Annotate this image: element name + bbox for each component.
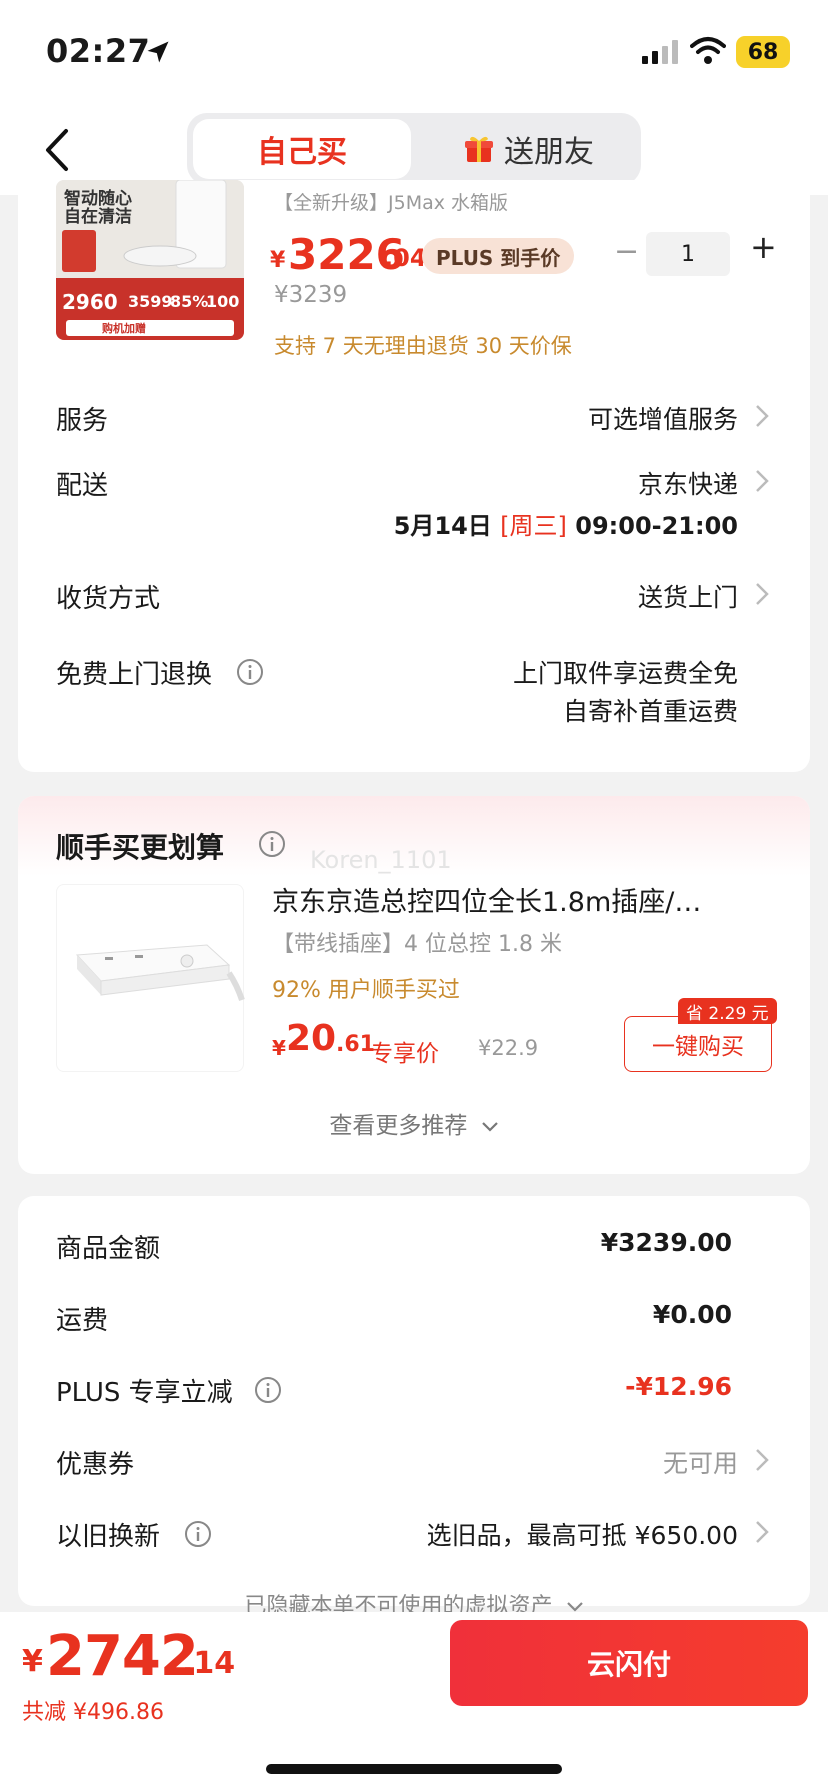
info-icon[interactable] xyxy=(254,1376,282,1404)
purchase-mode-switch: 自己买 送朋友 xyxy=(187,113,641,185)
plus-discount-value: -¥12.96 xyxy=(625,1372,732,1401)
goods-amount-value: ¥3239.00 xyxy=(600,1228,732,1257)
shipping-value: ¥0.00 xyxy=(652,1300,732,1329)
free-return-line1: 上门取件享运费全免 xyxy=(512,659,738,688)
price-decimal: .04 xyxy=(384,244,427,272)
free-return-label: 免费上门退换 xyxy=(56,660,213,690)
status-bar: 02:27 68 xyxy=(0,0,828,105)
quantity-input[interactable]: 1 xyxy=(646,232,730,276)
service-value[interactable]: 可选增值服务 xyxy=(588,400,738,436)
receive-method-value[interactable]: 送货上门 xyxy=(638,578,738,614)
delivery-time: 09:00-21:00 xyxy=(575,512,738,540)
total-savings: 共减 ¥496.86 xyxy=(22,1700,164,1725)
plus-discount-label: PLUS 专享立减 xyxy=(56,1378,233,1408)
order-product-card: 智动随心 自在清洁 2960 3599 85% 100 购机加赠 【全新升级】J… xyxy=(18,180,810,772)
upsell-original-price: ¥22.9 xyxy=(478,1036,539,1060)
tab-buy-self[interactable]: 自己买 xyxy=(193,119,411,179)
info-icon[interactable] xyxy=(184,1520,212,1548)
upsell-exclusive-label: 专享价 xyxy=(370,1041,439,1067)
savings-badge: 省 2.29 元 xyxy=(678,998,777,1024)
chevron-right-icon[interactable] xyxy=(754,468,770,494)
gift-icon xyxy=(465,136,493,162)
upsell-price-currency: ¥ xyxy=(272,1036,286,1060)
upsell-item-spec: 【带线插座】4 位总控 1.8 米 xyxy=(272,932,562,957)
product-image-line: 3599 xyxy=(128,292,173,311)
home-indicator[interactable] xyxy=(266,1764,562,1774)
unionpay-quickpass-button[interactable]: 云闪付 xyxy=(450,1620,808,1706)
product-image-line: 2960 xyxy=(62,290,118,314)
info-icon[interactable] xyxy=(236,658,264,686)
upsell-title: 顺手买更划算 xyxy=(56,831,225,864)
chevron-down-icon xyxy=(481,1122,498,1132)
see-more-label: 查看更多推荐 xyxy=(329,1113,468,1139)
wifi-icon xyxy=(690,37,726,64)
return-policy-text: 支持 7 天无理由退货 30 天价保 xyxy=(274,334,572,358)
product-image-line: 100 xyxy=(206,292,240,311)
chevron-right-icon[interactable] xyxy=(754,1519,770,1545)
product-image-line: 85% xyxy=(170,292,209,311)
coupon-label: 优惠券 xyxy=(56,1450,135,1480)
trade-in-value[interactable]: 选旧品，最高可抵 ¥650.00 xyxy=(427,1516,738,1552)
chevron-right-icon[interactable] xyxy=(754,1447,770,1473)
product-subtitle: 【全新升级】J5Max 水箱版 xyxy=(274,192,509,214)
total-decimal: .14 xyxy=(182,1646,236,1681)
service-label: 服务 xyxy=(56,406,109,436)
checkout-bar: ¥ 2742 .14 共减 ¥496.86 云闪付 xyxy=(0,1612,828,1792)
total-integer: 2742 xyxy=(46,1624,199,1689)
delivery-schedule[interactable]: 5月14日 [周三] 09:00-21:00 xyxy=(394,506,738,541)
coupon-value[interactable]: 无可用 xyxy=(663,1444,738,1480)
chevron-right-icon[interactable] xyxy=(754,403,770,429)
plus-price-tag: PLUS 到手价 xyxy=(422,238,575,274)
trade-in-label: 以旧换新 xyxy=(56,1522,161,1552)
chevron-right-icon[interactable] xyxy=(754,581,770,607)
back-chevron-icon[interactable] xyxy=(40,125,76,175)
upsell-card: 顺手买更划算 Koren_1101 京东京造总控四位全长1.8m插座/… 【带线… xyxy=(18,796,810,1174)
upsell-price-integer: 20 xyxy=(286,1018,337,1059)
shipping-label: 运费 xyxy=(56,1306,109,1336)
quantity-increase-button[interactable]: + xyxy=(750,228,777,266)
original-price: ¥3239 xyxy=(274,282,348,308)
one-click-buy-button[interactable]: 一键购买 xyxy=(624,1016,772,1072)
upsell-item-title[interactable]: 京东京造总控四位全长1.8m插座/… xyxy=(272,880,782,919)
quantity-decrease-button[interactable]: − xyxy=(614,234,639,269)
delivery-carrier[interactable]: 京东快递 xyxy=(638,465,738,501)
product-image-line: 自在清洁 xyxy=(64,207,132,227)
receive-method-label: 收货方式 xyxy=(56,584,161,614)
price-summary-card: 商品金额 ¥3239.00 运费 ¥0.00 PLUS 专享立减 -¥12.96… xyxy=(18,1196,810,1619)
delivery-label: 配送 xyxy=(56,471,109,501)
product-image-line: 购机加赠 xyxy=(102,322,146,335)
goods-amount-label: 商品金额 xyxy=(56,1234,161,1264)
price-currency: ¥ xyxy=(270,248,286,273)
location-arrow-icon xyxy=(147,41,169,63)
see-more-recommendations[interactable]: 查看更多推荐 xyxy=(18,1106,810,1140)
delivery-date: 5月14日 xyxy=(393,512,492,540)
upsell-item-popularity: 92% 用户顺手买过 xyxy=(272,978,460,1003)
username-watermark: Koren_1101 xyxy=(310,846,452,874)
battery-indicator: 68 xyxy=(736,36,790,68)
tab-send-friend-label: 送朋友 xyxy=(504,135,594,170)
power-strip-picture xyxy=(75,944,245,1001)
status-time: 02:27 xyxy=(46,32,151,70)
info-icon[interactable] xyxy=(258,830,286,858)
total-currency: ¥ xyxy=(22,1644,43,1679)
tab-send-friend[interactable]: 送朋友 xyxy=(423,119,635,179)
free-return-line2: 自寄补首重运费 xyxy=(562,697,738,726)
power-strip-image[interactable] xyxy=(56,884,245,1072)
cellular-signal-icon xyxy=(642,40,678,64)
delivery-weekday: [周三] xyxy=(500,512,567,540)
product-image[interactable]: 智动随心 自在清洁 2960 3599 85% 100 购机加赠 xyxy=(56,180,244,340)
